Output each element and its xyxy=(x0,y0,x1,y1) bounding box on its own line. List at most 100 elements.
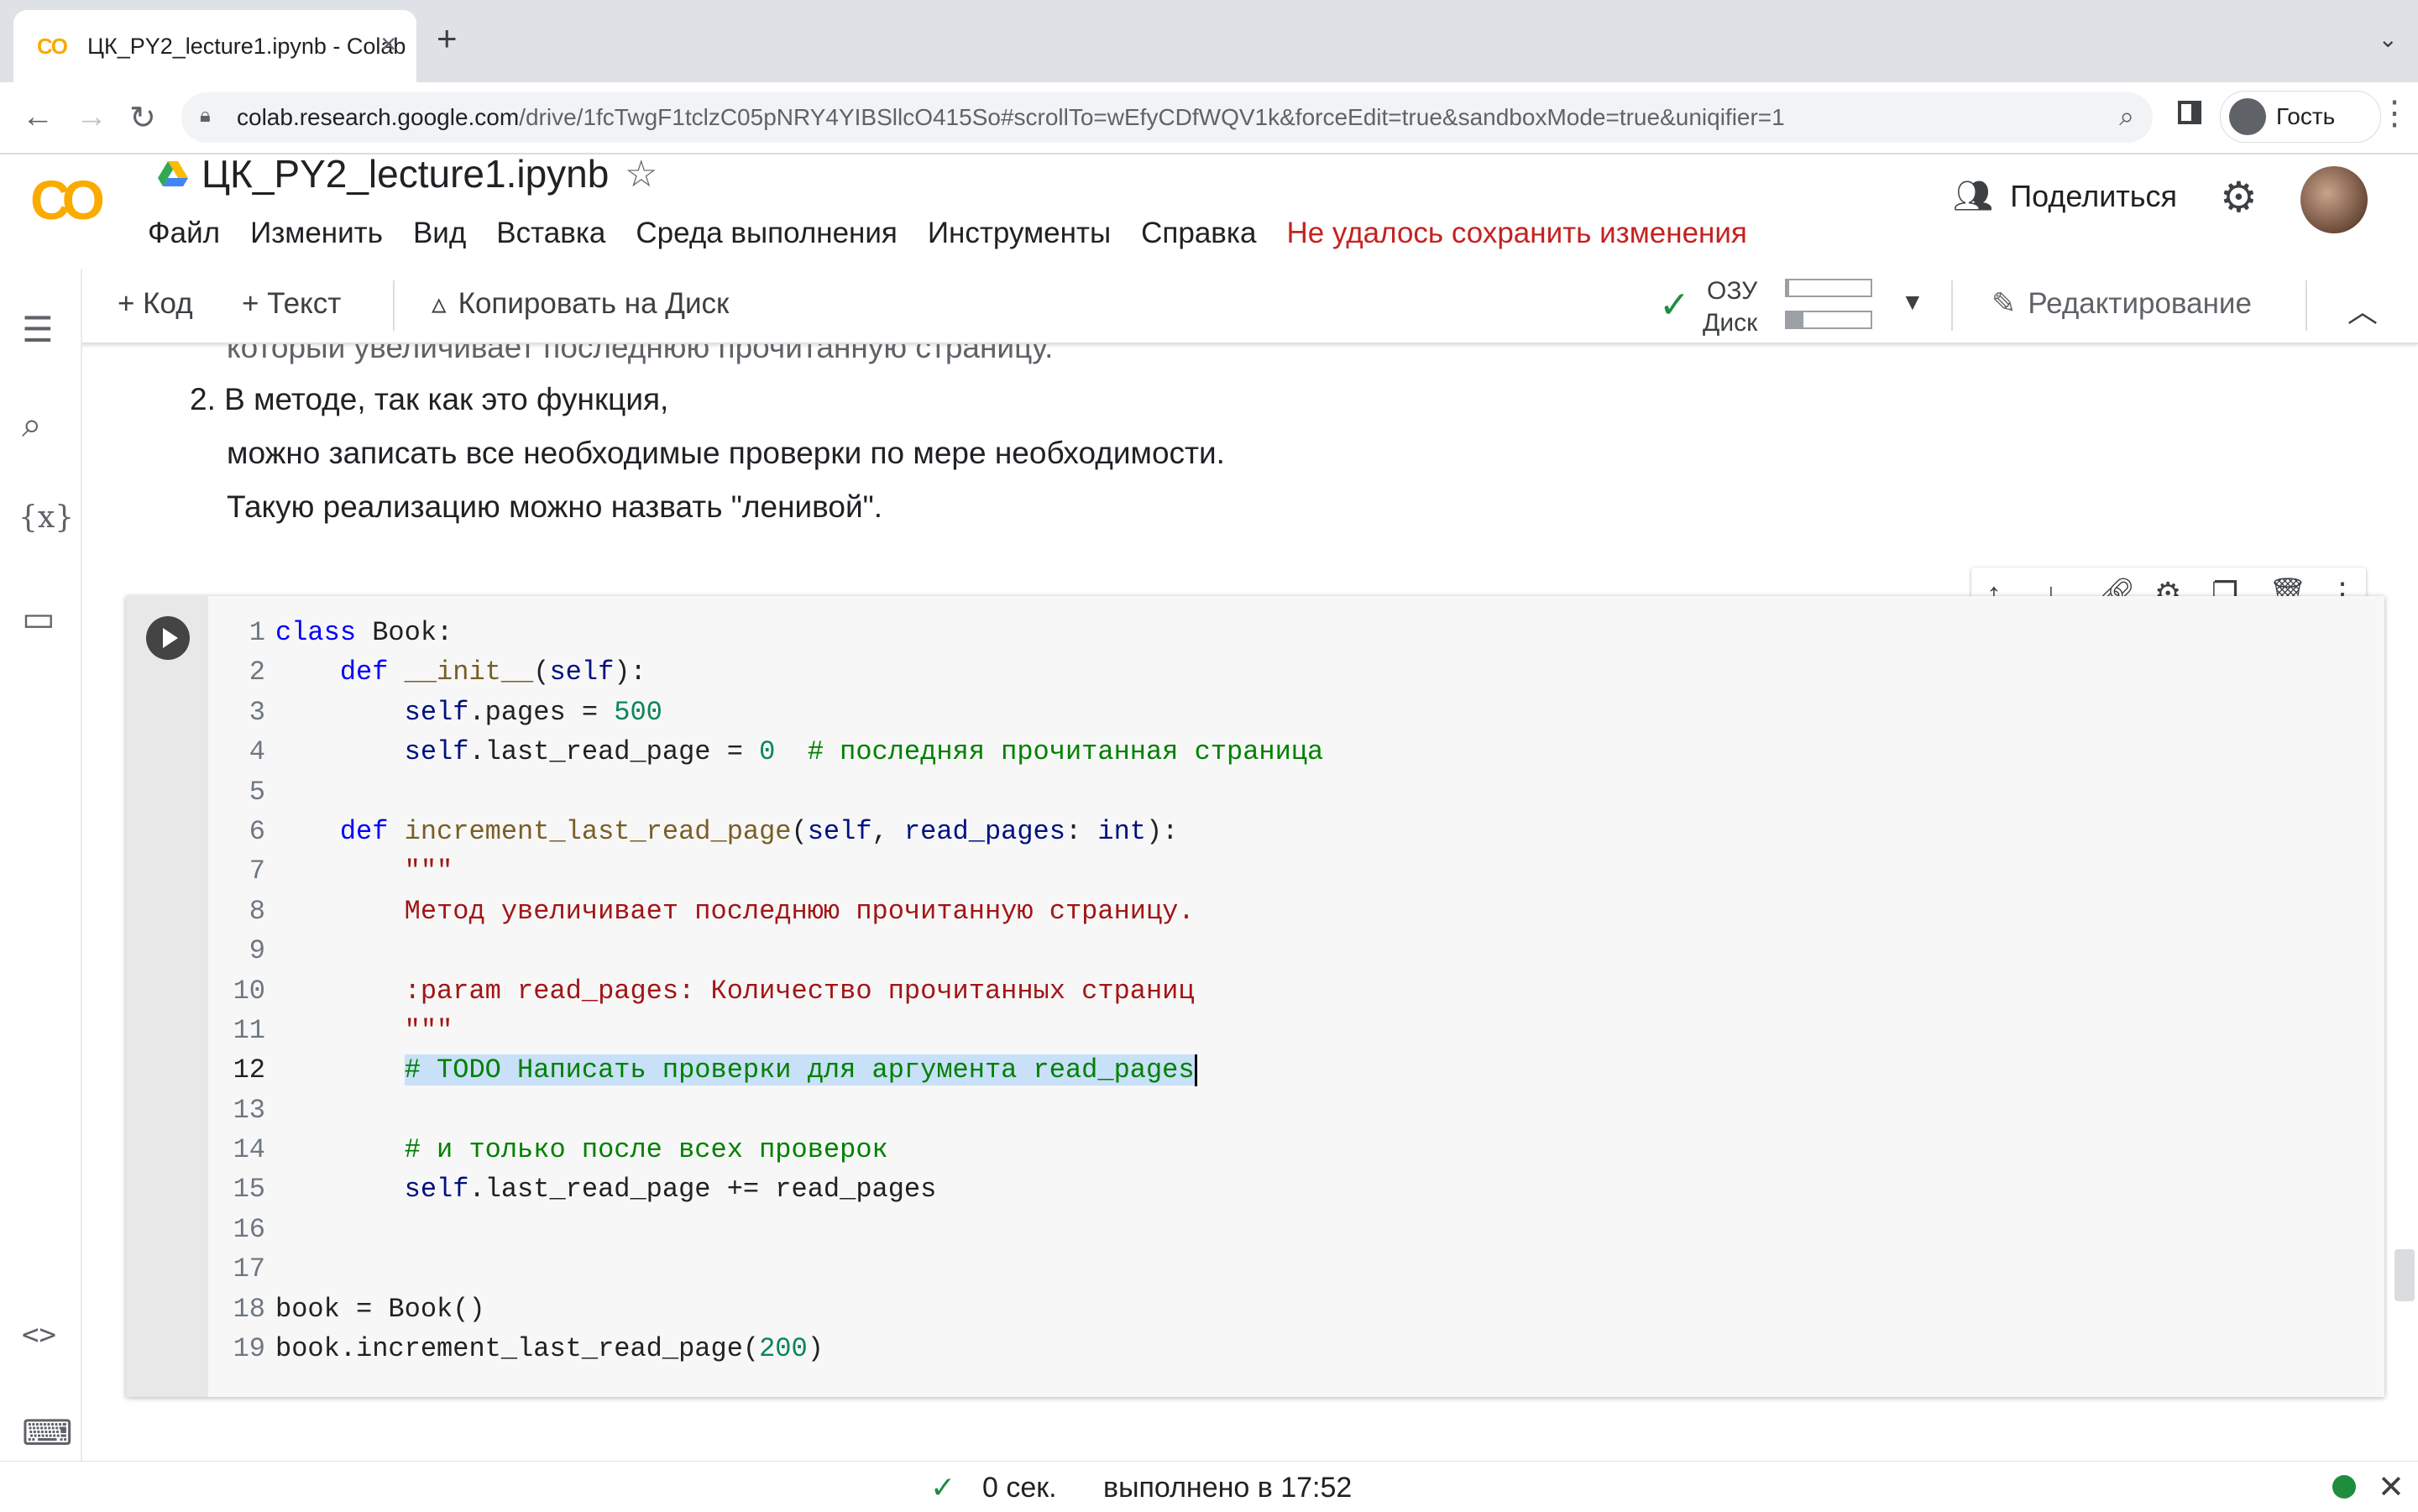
code-line[interactable]: 15 self.last_read_page += read_pages xyxy=(208,1169,1323,1209)
code-line[interactable]: 3 self.pages = 500 xyxy=(208,693,1323,732)
new-tab-icon[interactable]: + xyxy=(437,18,458,59)
code-line[interactable]: 8 Метод увеличивает последнюю прочитанну… xyxy=(208,892,1323,931)
code-line[interactable]: 4 self.last_read_page = 0 # последняя пр… xyxy=(208,732,1323,772)
runtime-status-indicator[interactable] xyxy=(2332,1475,2356,1499)
code-line[interactable]: 16 xyxy=(208,1210,1323,1249)
people-icon: 👥︎ xyxy=(1953,179,1994,214)
menu-edit[interactable]: Изменить xyxy=(250,217,383,250)
add-text-button[interactable]: + Текст xyxy=(242,287,341,321)
reload-icon[interactable]: ↻ xyxy=(129,99,156,137)
code-line[interactable]: 10 :param read_pages: Количество прочита… xyxy=(208,971,1323,1011)
code-token: ( xyxy=(533,657,550,688)
editing-mode-button[interactable]: ✎ Редактирование xyxy=(1991,287,2252,321)
profile-label: Гость xyxy=(2276,103,2336,129)
line-number: 1 xyxy=(249,617,265,648)
editing-label: Редактирование xyxy=(2028,287,2252,320)
zoom-icon[interactable]: ⌕ xyxy=(2119,101,2134,133)
menu-runtime[interactable]: Среда выполнения xyxy=(636,217,898,250)
code-line[interactable]: 7 """ xyxy=(208,851,1323,891)
resource-labels[interactable]: ОЗУ Диск xyxy=(1703,275,1757,339)
code-token: .last_read_page += read_pages xyxy=(468,1174,937,1206)
code-line[interactable]: 18 book = Book() xyxy=(208,1290,1323,1329)
ram-meter[interactable] xyxy=(1785,279,1872,297)
browser-toolbar: ← → ↻ 🔒︎ colab.research.google.com/drive… xyxy=(0,82,2418,154)
colab-logo[interactable]: CO xyxy=(30,168,105,232)
tab-search-chevron-icon[interactable]: ⌄ xyxy=(2379,25,2398,53)
scrollbar-thumb[interactable] xyxy=(2394,1249,2415,1301)
code-token: self xyxy=(807,815,872,847)
code-snippets-icon[interactable]: <> xyxy=(22,1318,56,1352)
code-line[interactable]: 17 xyxy=(208,1249,1323,1289)
forward-arrow-icon[interactable]: → xyxy=(76,99,107,135)
code-token: def xyxy=(339,657,405,688)
close-status-icon[interactable]: ✕ xyxy=(2378,1468,2405,1506)
code-line[interactable]: 1 class Book: xyxy=(208,613,1323,652)
menu-tools[interactable]: Инструменты xyxy=(928,217,1111,250)
code-editor[interactable]: 1 class Book: 2 def __init__(self): 3 self.… xyxy=(208,613,1324,1368)
code-line[interactable]: 14 # и только после всех проверок xyxy=(208,1130,1323,1169)
profile-button[interactable]: Гость xyxy=(2220,91,2381,143)
guest-avatar-icon xyxy=(2229,98,2266,135)
variables-icon[interactable]: {x} xyxy=(18,500,74,535)
status-bar: ✓ 0 сек. выполнено в 17:52 ✕ xyxy=(0,1461,2418,1512)
cell-gutter xyxy=(126,596,208,1397)
code-line[interactable]: 5 xyxy=(208,772,1323,812)
disk-meter-fill xyxy=(1787,312,1803,327)
code-token: self xyxy=(404,1174,469,1206)
user-avatar[interactable] xyxy=(2300,166,2368,233)
side-panel-icon[interactable] xyxy=(2178,101,2201,124)
run-cell-play-icon[interactable] xyxy=(146,616,190,660)
browser-menu-icon[interactable]: ⋮ xyxy=(2378,94,2411,133)
menu-file[interactable]: Файл xyxy=(148,217,220,250)
table-of-contents-icon[interactable]: ☰ xyxy=(22,309,54,350)
copy-to-drive-button[interactable]: ▵ Копировать на Диск xyxy=(432,287,729,321)
disk-meter[interactable] xyxy=(1785,311,1872,329)
close-tab-icon[interactable]: × xyxy=(380,29,396,60)
toolbar-divider xyxy=(2305,280,2307,331)
add-code-button[interactable]: + Код xyxy=(118,287,193,321)
command-palette-icon[interactable]: ⌨ xyxy=(22,1412,73,1453)
browser-tabstrip: CO ЦК_PY2_lecture1.ipynb - Colab × + ⌄ xyxy=(0,0,2418,82)
code-cell[interactable]: 1 class Book: 2 def __init__(self): 3 self.… xyxy=(126,596,2384,1397)
code-line[interactable]: 2 def __init__(self): xyxy=(208,652,1323,692)
back-arrow-icon[interactable]: ← xyxy=(22,99,54,135)
code-token: ): xyxy=(1145,815,1179,847)
text-cell[interactable]: который увеличивает последнюю прочитанну… xyxy=(81,344,2418,562)
line-content: # и только после всех проверок xyxy=(275,1134,888,1165)
settings-gear-icon[interactable]: ⚙ xyxy=(2220,173,2258,222)
code-token: .last_read_page = xyxy=(468,736,760,768)
text-line: Такую реализацию можно назвать "ленивой"… xyxy=(227,489,883,524)
menu-insert[interactable]: Вставка xyxy=(496,217,605,250)
drive-outline-icon: ▵ xyxy=(432,287,447,320)
pencil-icon: ✎ xyxy=(1991,287,2017,320)
save-error-message[interactable]: Не удалось сохранить изменения xyxy=(1286,217,1746,250)
code-line[interactable]: 13 xyxy=(208,1091,1323,1130)
code-token: 0 xyxy=(759,736,776,768)
files-folder-icon[interactable]: ▭ xyxy=(22,598,55,639)
line-number: 15 xyxy=(233,1174,265,1206)
text-line-cut: который увеличивает последнюю прочитанну… xyxy=(227,344,1054,364)
line-number: 8 xyxy=(249,895,265,927)
share-button[interactable]: 👥︎ Поделиться xyxy=(1953,178,2177,215)
star-icon[interactable]: ☆ xyxy=(625,153,657,196)
address-bar[interactable]: 🔒︎ colab.research.google.com/drive/1fcTw… xyxy=(181,92,2153,143)
code-line[interactable]: 19 book.increment_last_read_page(200) xyxy=(208,1329,1323,1368)
code-line[interactable]: 9 xyxy=(208,931,1323,971)
code-token: # TODO Написать проверки для аргумента r… xyxy=(404,1054,1195,1086)
code-token: self xyxy=(404,736,469,768)
notebook-title[interactable]: ЦК_PY2_lecture1.ipynb xyxy=(202,151,609,196)
code-line[interactable]: 12 # TODO Написать проверки для аргумент… xyxy=(208,1050,1323,1090)
line-content: """ xyxy=(275,855,453,887)
line-number: 12 xyxy=(233,1054,265,1086)
menu-bar: Файл Изменить Вид Вставка Среда выполнен… xyxy=(148,217,1747,250)
browser-tab-active[interactable]: CO ЦК_PY2_lecture1.ipynb - Colab × xyxy=(13,10,416,82)
menu-view[interactable]: Вид xyxy=(413,217,466,250)
code-line[interactable]: 11 """ xyxy=(208,1011,1323,1050)
code-line[interactable]: 6 def increment_last_read_page(self, rea… xyxy=(208,812,1323,851)
text-line: В методе, так как это функция, xyxy=(224,382,669,416)
menu-help[interactable]: Справка xyxy=(1141,217,1256,250)
collapse-header-icon[interactable]: ︿ xyxy=(2347,287,2378,331)
search-icon[interactable]: ⌕ xyxy=(22,405,42,446)
resources-dropdown-icon[interactable]: ▼ xyxy=(1901,289,1924,316)
